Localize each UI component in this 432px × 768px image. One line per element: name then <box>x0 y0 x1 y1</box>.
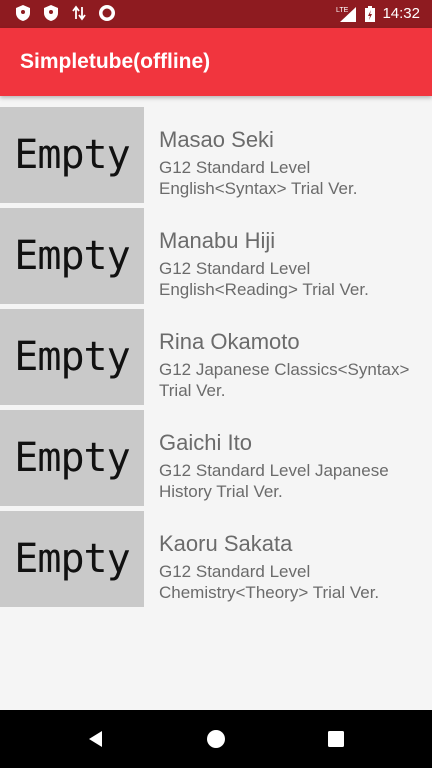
list-item[interactable]: Empty Gaichi Ito G12 Standard Level Japa… <box>0 410 432 506</box>
item-title: Manabu Hiji <box>159 228 276 253</box>
list-item[interactable]: Empty Masao Seki G12 Standard Level Engl… <box>0 107 432 203</box>
app-bar: Simpletube(offline) <box>0 28 432 96</box>
clock: 14:32 <box>382 5 420 22</box>
thumbnail: Empty <box>0 107 144 203</box>
item-title: Kaoru Sakata <box>159 531 293 556</box>
item-description: G12 Standard Level English<Syntax> Trial… <box>159 158 358 198</box>
shield-icon <box>44 5 58 21</box>
signal-icon: LTE <box>336 7 357 22</box>
item-description: G12 Standard Level Japanese History Tria… <box>159 461 389 501</box>
app-title: Simpletube(offline) <box>20 50 211 73</box>
item-title: Masao Seki <box>159 127 274 152</box>
item-description: G12 Japanese Classics<Syntax> Trial Ver. <box>159 360 410 400</box>
list-item[interactable]: Empty Manabu Hiji G12 Standard Level Eng… <box>0 208 432 304</box>
list-item[interactable]: Empty Kaoru Sakata G12 Standard Level Ch… <box>0 511 432 607</box>
data-sync-icon <box>72 5 86 21</box>
thumbnail: Empty <box>0 410 144 506</box>
item-title: Gaichi Ito <box>159 430 252 455</box>
recents-icon[interactable] <box>326 729 346 749</box>
thumbnail: Empty <box>0 309 144 405</box>
status-bar: LTE 14:32 <box>0 0 432 28</box>
list-item[interactable]: Empty Rina Okamoto G12 Japanese Classics… <box>0 309 432 405</box>
record-icon <box>99 5 115 21</box>
thumbnail: Empty <box>0 208 144 304</box>
back-icon[interactable] <box>86 729 106 749</box>
item-description: G12 Standard Level Chemistry<Theory> Tri… <box>159 562 380 602</box>
thumbnail: Empty <box>0 511 144 607</box>
item-description: G12 Standard Level English<Reading> Tria… <box>159 259 369 299</box>
home-icon[interactable] <box>206 729 226 749</box>
video-list: Empty Masao Seki G12 Standard Level Engl… <box>0 107 432 612</box>
navigation-bar <box>0 710 432 768</box>
item-title: Rina Okamoto <box>159 329 300 354</box>
battery-icon <box>365 6 376 22</box>
network-label: LTE <box>336 7 349 14</box>
shield-icon <box>16 5 30 21</box>
